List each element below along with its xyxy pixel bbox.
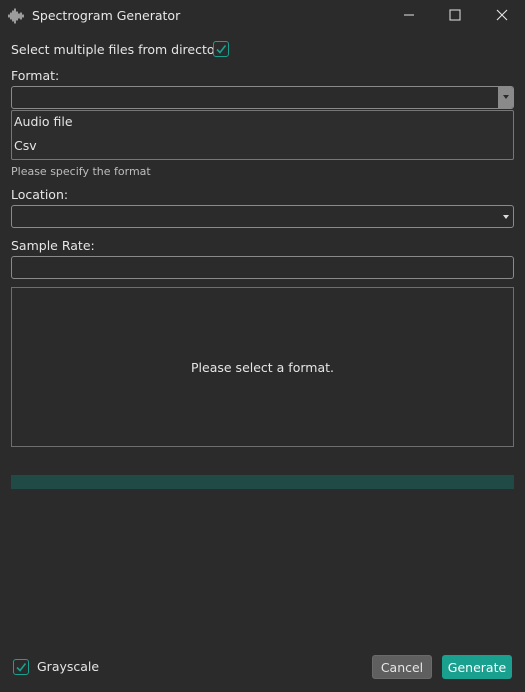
- generate-button[interactable]: Generate: [442, 655, 512, 679]
- multi-select-label: Select multiple files from directory:: [11, 42, 231, 57]
- chevron-down-icon: [503, 95, 509, 99]
- sample-rate-input[interactable]: [11, 256, 514, 279]
- format-option-csv[interactable]: Csv: [14, 135, 37, 157]
- location-label: Location:: [11, 187, 69, 202]
- maximize-icon: [449, 9, 461, 24]
- spectrogram-preview-panel: Please select a format.: [11, 287, 514, 447]
- multi-select-checkbox[interactable]: [213, 41, 229, 57]
- cancel-button[interactable]: Cancel: [372, 655, 432, 679]
- format-hint: Please specify the format: [11, 165, 151, 178]
- format-option-audio-file[interactable]: Audio file: [14, 111, 73, 133]
- location-combobox[interactable]: [11, 205, 514, 228]
- grayscale-checkbox[interactable]: [13, 659, 29, 675]
- maximize-button[interactable]: [432, 0, 478, 32]
- title-bar: Spectrogram Generator: [0, 0, 525, 32]
- minimize-button[interactable]: [386, 0, 432, 32]
- chevron-down-icon: [503, 215, 509, 219]
- progress-bar: [11, 475, 514, 489]
- minimize-icon: [403, 9, 415, 24]
- checkmark-icon: [16, 663, 27, 672]
- sample-rate-label: Sample Rate:: [11, 238, 95, 253]
- format-dropdown-button[interactable]: [498, 87, 513, 108]
- preview-message: Please select a format.: [191, 360, 334, 375]
- format-dropdown-list: Audio file Csv: [11, 110, 514, 160]
- format-combobox[interactable]: [11, 86, 514, 109]
- checkmark-icon: [216, 45, 227, 54]
- close-icon: [496, 9, 508, 24]
- close-button[interactable]: [479, 0, 525, 32]
- window-title: Spectrogram Generator: [32, 8, 181, 23]
- grayscale-label: Grayscale: [37, 659, 100, 674]
- waveform-icon: [8, 8, 24, 24]
- format-label: Format:: [11, 68, 60, 83]
